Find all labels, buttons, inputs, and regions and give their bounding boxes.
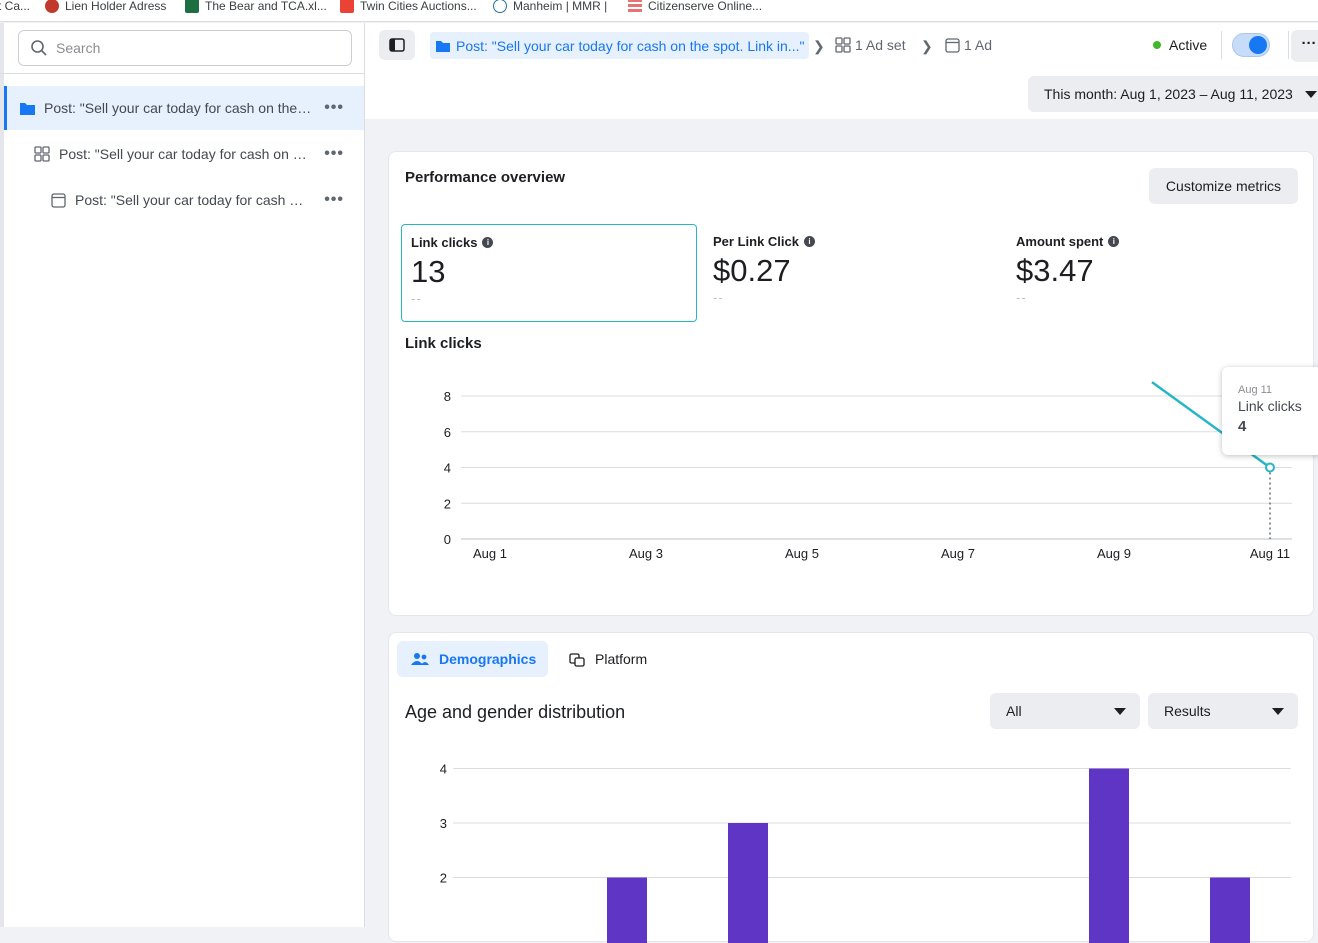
more-options-icon[interactable]: ••• — [324, 191, 344, 209]
more-options-icon[interactable]: ••• — [324, 99, 344, 117]
toggle-sidebar-button[interactable] — [379, 30, 415, 60]
tree-item-ad[interactable]: Post: "Sell your car today for cash o...… — [4, 178, 364, 222]
more-options-icon[interactable]: ••• — [324, 145, 344, 163]
divider — [1288, 31, 1289, 59]
top-bar: Post: "Sell your car today for cash on t… — [365, 23, 1318, 67]
breadcrumb-label: 1 Ad — [964, 37, 992, 53]
bookmark-label: t Ca... — [0, 0, 30, 13]
bar — [607, 878, 647, 943]
breadcrumb-label: 1 Ad set — [855, 37, 906, 53]
breadcrumb-campaign[interactable]: Post: "Sell your car today for cash on t… — [430, 32, 809, 59]
x-tick-label: Aug 3 — [629, 546, 663, 561]
search-input[interactable] — [56, 40, 336, 56]
breadcrumb-ad[interactable]: 1 Ad — [945, 37, 992, 53]
date-range-button[interactable]: This month: Aug 1, 2023 – Aug 11, 2023 — [1028, 76, 1318, 112]
x-tick-label: Aug 5 — [785, 546, 819, 561]
bookmarks-bar: t Ca... Lien Holder Adress The Bear and … — [0, 0, 1318, 22]
excel-icon — [185, 0, 199, 13]
bookmark-item[interactable]: Twin Cities Auctions... — [340, 0, 477, 16]
gmail-icon — [340, 0, 354, 13]
x-tick-label: Aug 7 — [941, 546, 975, 561]
search-icon — [30, 39, 48, 57]
chevron-right-icon: ❯ — [921, 38, 933, 55]
age-gender-bar-chart: 2 3 4 — [389, 633, 1315, 943]
ad-card-icon — [51, 193, 66, 208]
x-tick-label: Aug 9 — [1097, 546, 1131, 561]
campaign-tree-sidebar: Post: "Sell your car today for cash on t… — [0, 23, 365, 927]
y-tick-label: 4 — [440, 762, 447, 777]
tooltip-label: Link clicks — [1238, 398, 1318, 414]
y-tick-label: 3 — [440, 816, 447, 831]
bookmark-item[interactable]: Citizenserve Online... — [628, 0, 762, 16]
bookmark-label: Twin Cities Auctions... — [360, 0, 477, 13]
wordpress-icon — [493, 0, 507, 13]
data-point — [1266, 464, 1274, 472]
bar — [1210, 878, 1250, 943]
tree-item-ad-set[interactable]: Post: "Sell your car today for cash on t… — [4, 132, 364, 176]
y-tick-label: 4 — [444, 461, 451, 476]
campaign-folder-icon — [19, 101, 36, 116]
ad-set-grid-icon — [34, 146, 50, 162]
tooltip-date: Aug 11 — [1238, 384, 1318, 396]
divider — [1221, 31, 1222, 59]
tree-item-label: Post: "Sell your car today for cash on t… — [59, 146, 307, 162]
bookmark-label: Manheim | MMR | — [513, 0, 607, 13]
flag-icon — [628, 0, 642, 13]
seal-icon — [45, 0, 59, 13]
bar — [1089, 769, 1129, 943]
y-tick-label: 2 — [444, 496, 451, 511]
tree-item-campaign[interactable]: Post: "Sell your car today for cash on t… — [4, 86, 364, 130]
bar — [728, 823, 768, 943]
divider — [0, 73, 364, 74]
performance-overview-card: Performance overview Customize metrics L… — [388, 151, 1314, 616]
x-tick-label: Aug 1 — [473, 546, 507, 561]
tooltip-value: 4 — [1238, 418, 1318, 435]
tree-item-label: Post: "Sell your car today for cash o... — [75, 192, 307, 208]
breadcrumb-label: Post: "Sell your car today for cash on t… — [456, 38, 804, 54]
date-range-label: This month: Aug 1, 2023 – Aug 11, 2023 — [1044, 86, 1293, 102]
x-tick-label: Aug 11 — [1250, 546, 1290, 561]
bookmark-label: Lien Holder Adress — [65, 0, 166, 13]
y-tick-label: 8 — [444, 389, 451, 404]
bookmark-item[interactable]: t Ca... — [0, 0, 30, 16]
bookmark-item[interactable]: Lien Holder Adress — [45, 0, 166, 16]
ad-set-grid-icon — [835, 37, 851, 53]
bookmark-label: The Bear and TCA.xl... — [205, 0, 327, 13]
tree-item-label: Post: "Sell your car today for cash on t… — [44, 100, 312, 116]
status-label: Active — [1169, 37, 1207, 53]
ad-card-icon — [945, 38, 960, 53]
chart-tooltip: Aug 11 Link clicks 4 — [1222, 367, 1318, 455]
search-box[interactable] — [18, 30, 352, 66]
demographics-card: Demographics Platform Age and gender dis… — [388, 632, 1314, 942]
campaign-folder-icon — [435, 39, 451, 53]
bookmark-item[interactable]: Manheim | MMR | — [493, 0, 607, 16]
bookmark-item[interactable]: The Bear and TCA.xl... — [185, 0, 327, 16]
sidebar-panel-icon — [389, 38, 405, 52]
y-tick-label: 0 — [444, 532, 451, 547]
more-options-button[interactable]: ··· — [1291, 30, 1318, 62]
date-range-bar: This month: Aug 1, 2023 – Aug 11, 2023 — [365, 67, 1318, 119]
breadcrumb-ad-set[interactable]: 1 Ad set — [835, 37, 906, 53]
active-toggle[interactable] — [1232, 33, 1270, 57]
toggle-knob — [1249, 36, 1267, 54]
chevron-right-icon: ❯ — [813, 38, 825, 55]
bookmark-label: Citizenserve Online... — [648, 0, 762, 13]
link-clicks-line-chart: 0 2 4 6 8 Aug 1 Aug 3 Aug 5 Aug 7 Aug 9 Aug 11 — [389, 152, 1315, 617]
status-dot — [1153, 41, 1161, 49]
caret-down-icon — [1305, 91, 1317, 98]
y-tick-label: 2 — [440, 871, 447, 886]
y-tick-label: 6 — [444, 425, 451, 440]
